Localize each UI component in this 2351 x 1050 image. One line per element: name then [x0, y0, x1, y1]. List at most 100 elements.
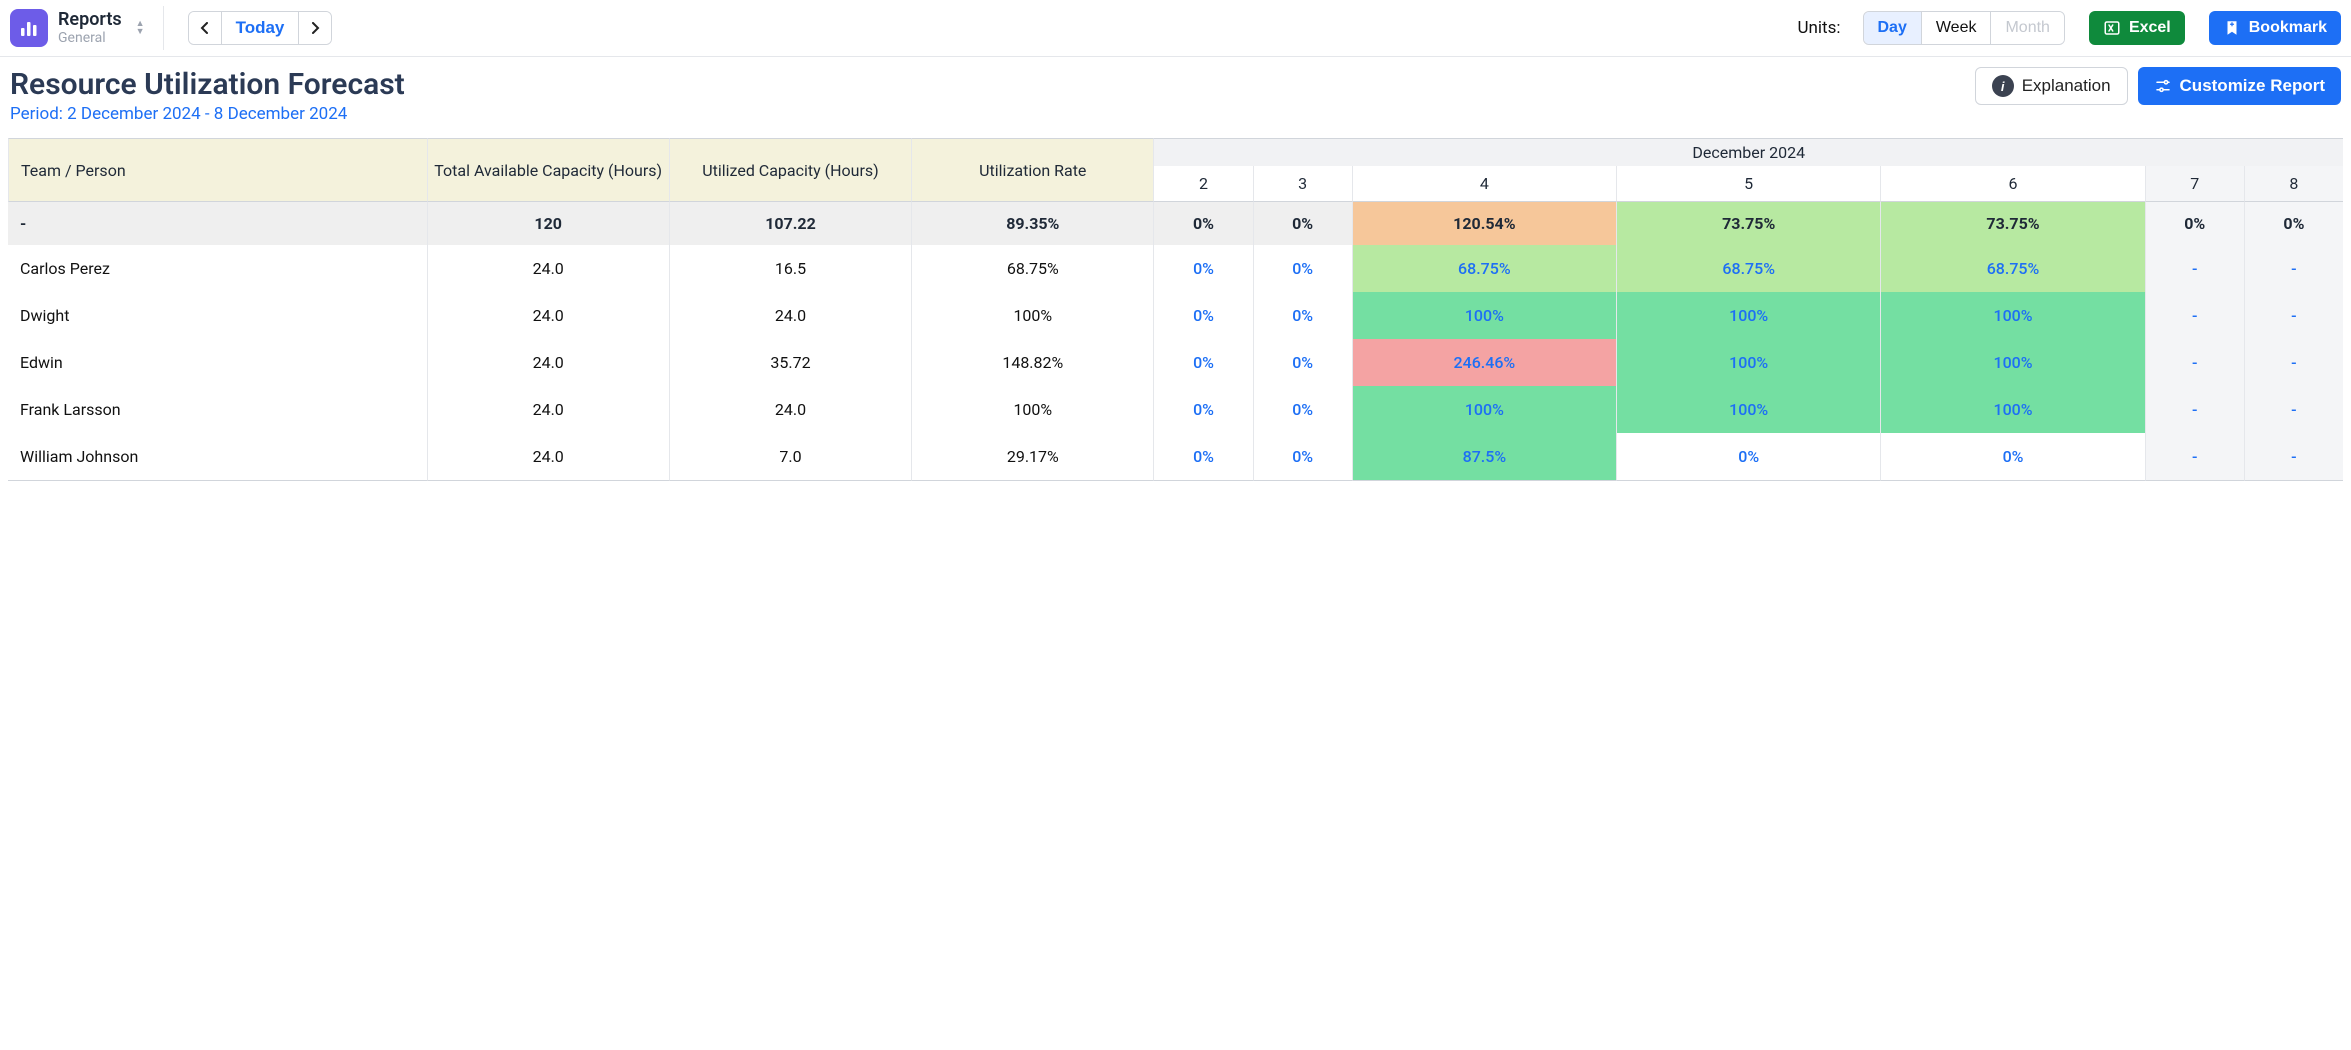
metric-cell: 68.75%: [911, 245, 1153, 292]
day-cell[interactable]: 100%: [1352, 292, 1616, 339]
page-title: Resource Utilization Forecast: [10, 67, 405, 102]
metric-cell: 29.17%: [911, 433, 1153, 481]
day-cell[interactable]: 0%: [1253, 433, 1352, 481]
unit-month: Month: [1991, 12, 2063, 44]
day-cell[interactable]: 0%: [1153, 245, 1252, 292]
day-cell[interactable]: -: [2145, 339, 2244, 386]
day-cell[interactable]: 100%: [1880, 386, 2144, 433]
metric-cell: 35.72: [669, 339, 911, 386]
summary-cell: -: [8, 202, 427, 245]
day-header: 6: [1880, 166, 2144, 202]
table-row: Frank Larsson24.024.0100%0%0%100%100%100…: [8, 386, 2343, 433]
day-header: 3: [1253, 166, 1352, 202]
units-label: Units:: [1798, 18, 1841, 38]
page-period: Period: 2 December 2024 - 8 December 202…: [10, 104, 405, 124]
top-toolbar: Reports General ▲▼ Today Units: DayWeekM…: [0, 0, 2351, 56]
day-cell[interactable]: 100%: [1616, 386, 1880, 433]
person-name: Dwight: [8, 292, 427, 339]
summary-day-cell: 0%: [2145, 202, 2244, 245]
summary-day-cell: 73.75%: [1616, 202, 1880, 245]
day-cell[interactable]: 246.46%: [1352, 339, 1616, 386]
explanation-button[interactable]: i Explanation: [1975, 67, 2128, 105]
today-button[interactable]: Today: [222, 12, 300, 44]
day-cell[interactable]: 100%: [1616, 292, 1880, 339]
day-cell[interactable]: 68.75%: [1616, 245, 1880, 292]
day-cell[interactable]: 68.75%: [1880, 245, 2144, 292]
next-button[interactable]: [299, 12, 331, 44]
excel-label: Excel: [2129, 19, 2171, 37]
day-cell[interactable]: 0%: [1153, 339, 1252, 386]
chevron-up-down-icon: ▲▼: [136, 20, 145, 36]
day-cell[interactable]: -: [2244, 292, 2343, 339]
person-name: William Johnson: [8, 433, 427, 481]
day-cell[interactable]: 100%: [1880, 339, 2144, 386]
day-cell[interactable]: 100%: [1880, 292, 2144, 339]
metric-cell: 24.0: [427, 339, 669, 386]
date-nav: Today: [188, 11, 333, 45]
day-cell[interactable]: 0%: [1616, 433, 1880, 481]
month-header: December 2024: [1153, 138, 2343, 166]
day-cell[interactable]: -: [2145, 433, 2244, 481]
day-cell[interactable]: 0%: [1153, 292, 1252, 339]
summary-cell: 89.35%: [911, 202, 1153, 245]
day-cell[interactable]: -: [2244, 339, 2343, 386]
person-name: Carlos Perez: [8, 245, 427, 292]
day-cell[interactable]: 68.75%: [1352, 245, 1616, 292]
metric-cell: 24.0: [427, 292, 669, 339]
metric-cell: 24.0: [669, 292, 911, 339]
excel-icon: [2103, 19, 2121, 37]
metric-cell: 24.0: [669, 386, 911, 433]
app-title: Reports: [58, 10, 122, 31]
day-cell[interactable]: 0%: [1880, 433, 2144, 481]
bookmark-button[interactable]: Bookmark: [2209, 11, 2341, 45]
day-cell[interactable]: 0%: [1253, 292, 1352, 339]
page-header: Resource Utilization Forecast Period: 2 …: [0, 57, 2351, 138]
day-cell[interactable]: -: [2145, 292, 2244, 339]
day-cell[interactable]: 0%: [1253, 386, 1352, 433]
metric-cell: 24.0: [427, 433, 669, 481]
reports-icon: [10, 9, 48, 47]
col-header-util: Utilized Capacity (Hours): [669, 138, 911, 202]
day-cell[interactable]: 100%: [1352, 386, 1616, 433]
metric-cell: 24.0: [427, 245, 669, 292]
day-cell[interactable]: 100%: [1616, 339, 1880, 386]
day-cell[interactable]: -: [2145, 386, 2244, 433]
summary-day-cell: 0%: [1153, 202, 1252, 245]
day-header: 2: [1153, 166, 1252, 202]
excel-export-button[interactable]: Excel: [2089, 11, 2185, 45]
day-header: 4: [1352, 166, 1616, 202]
day-cell[interactable]: 0%: [1153, 386, 1252, 433]
metric-cell: 16.5: [669, 245, 911, 292]
table-row: Edwin24.035.72148.82%0%0%246.46%100%100%…: [8, 339, 2343, 386]
summary-cell: 107.22: [669, 202, 911, 245]
col-header-avail: Total Available Capacity (Hours): [427, 138, 669, 202]
table-row: Dwight24.024.0100%0%0%100%100%100%--: [8, 292, 2343, 339]
day-cell[interactable]: -: [2244, 245, 2343, 292]
utilization-table: Team / Person Total Available Capacity (…: [8, 138, 2343, 481]
metric-cell: 100%: [911, 386, 1153, 433]
day-header: 5: [1616, 166, 1880, 202]
customize-report-button[interactable]: Customize Report: [2138, 67, 2341, 105]
person-name: Frank Larsson: [8, 386, 427, 433]
chevron-right-icon: [309, 22, 321, 34]
summary-day-cell: 0%: [1253, 202, 1352, 245]
day-cell[interactable]: -: [2244, 386, 2343, 433]
chevron-left-icon: [199, 22, 211, 34]
day-cell[interactable]: 87.5%: [1352, 433, 1616, 481]
unit-day[interactable]: Day: [1864, 12, 1922, 44]
day-cell[interactable]: 0%: [1153, 433, 1252, 481]
col-header-rate: Utilization Rate: [911, 138, 1153, 202]
app-switcher[interactable]: Reports General ▲▼: [10, 6, 164, 50]
unit-week[interactable]: Week: [1922, 12, 1992, 44]
day-header: 7: [2145, 166, 2244, 202]
day-cell[interactable]: 0%: [1253, 339, 1352, 386]
bookmark-label: Bookmark: [2249, 19, 2327, 37]
metric-cell: 100%: [911, 292, 1153, 339]
day-header: 8: [2244, 166, 2343, 202]
customize-label: Customize Report: [2180, 76, 2325, 96]
app-subtitle: General: [58, 30, 122, 46]
day-cell[interactable]: -: [2145, 245, 2244, 292]
day-cell[interactable]: 0%: [1253, 245, 1352, 292]
prev-button[interactable]: [189, 12, 222, 44]
day-cell[interactable]: -: [2244, 433, 2343, 481]
